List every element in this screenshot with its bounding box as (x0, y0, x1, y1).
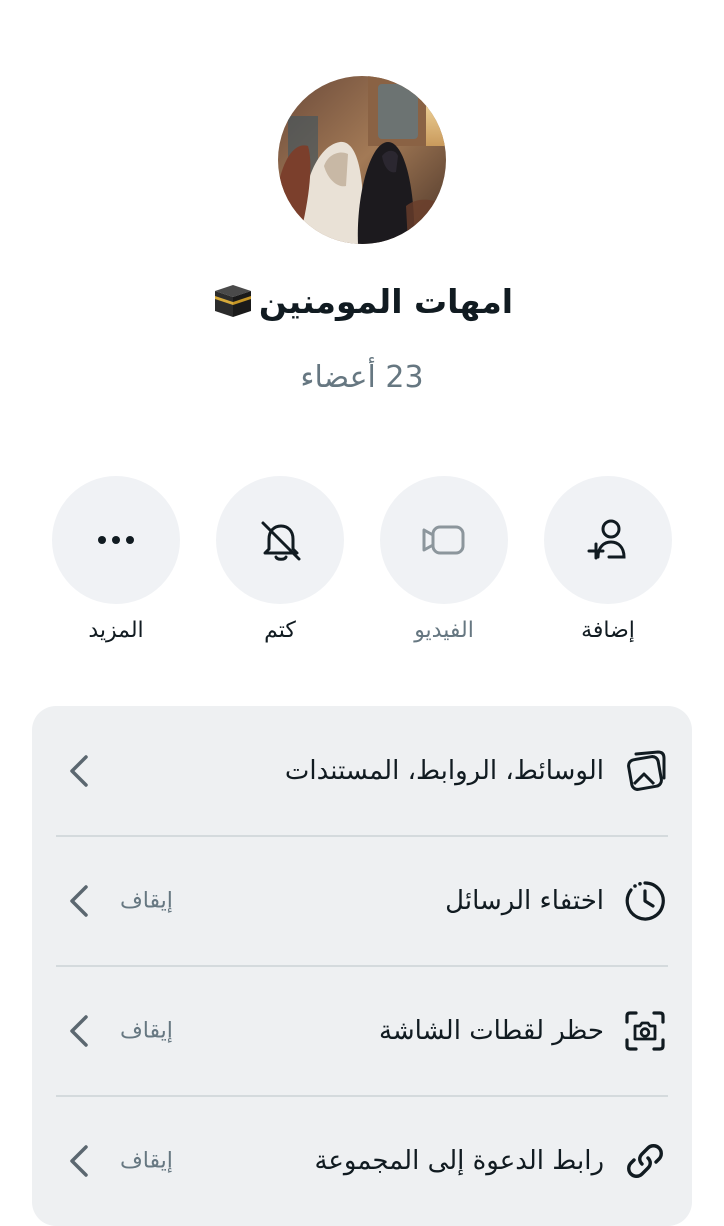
group-avatar[interactable] (278, 76, 446, 244)
screenshot-block-label: حظر لقطات الشاشة (378, 1016, 604, 1046)
video-call-button[interactable]: الفيديو (379, 476, 509, 643)
chevron-left-icon (70, 755, 88, 787)
media-links-docs-label: الوسائط، الروابط، المستندات (284, 756, 604, 786)
chevron-left-icon (70, 1145, 88, 1177)
more-label: المزيد (88, 618, 144, 643)
add-member-label: إضافة (581, 618, 635, 643)
add-member-button[interactable]: إضافة (543, 476, 673, 643)
link-icon (627, 1144, 663, 1178)
video-call-label: الفيديو (414, 618, 474, 643)
video-call-circle[interactable] (380, 476, 508, 604)
media-links-docs-row[interactable]: الوسائط، الروابط، المستندات (32, 706, 692, 836)
mute-button[interactable]: كتم (215, 476, 345, 643)
invite-link-row[interactable]: رابط الدعوة إلى المجموعة إيقاف (32, 1096, 692, 1226)
invite-link-value: إيقاف (120, 1148, 173, 1174)
video-camera-icon (422, 525, 465, 555)
group-avatar-image (278, 76, 446, 244)
invite-link-label: رابط الدعوة إلى المجموعة (314, 1146, 604, 1176)
bell-off-icon (261, 521, 301, 561)
group-name: امهات المومنين (0, 282, 724, 321)
member-count[interactable]: 23 أعضاء (0, 360, 724, 395)
mute-circle[interactable] (216, 476, 344, 604)
media-gallery-icon (627, 750, 666, 791)
group-settings-card: الوسائط، الروابط، المستندات اختفاء الرسا… (32, 706, 692, 1226)
screenshot-block-row[interactable]: حظر لقطات الشاشة إيقاف (32, 966, 692, 1096)
add-member-circle[interactable] (544, 476, 672, 604)
group-name-text: امهات المومنين (258, 282, 514, 321)
disappearing-messages-label: اختفاء الرسائل (445, 886, 604, 916)
disappearing-messages-row[interactable]: اختفاء الرسائل إيقاف (32, 836, 692, 966)
screenshot-block-value: إيقاف (120, 1018, 173, 1044)
chevron-left-icon (70, 885, 88, 917)
chevron-left-icon (70, 1015, 88, 1047)
more-button[interactable]: المزيد (51, 476, 181, 643)
screenshot-camera-icon (625, 1011, 665, 1051)
add-person-icon (587, 519, 626, 560)
kaaba-icon (211, 283, 255, 319)
disappearing-messages-value: إيقاف (120, 888, 173, 914)
more-dots-icon (98, 536, 134, 544)
mute-label: كتم (264, 618, 296, 643)
more-circle[interactable] (52, 476, 180, 604)
timer-icon (625, 881, 665, 921)
